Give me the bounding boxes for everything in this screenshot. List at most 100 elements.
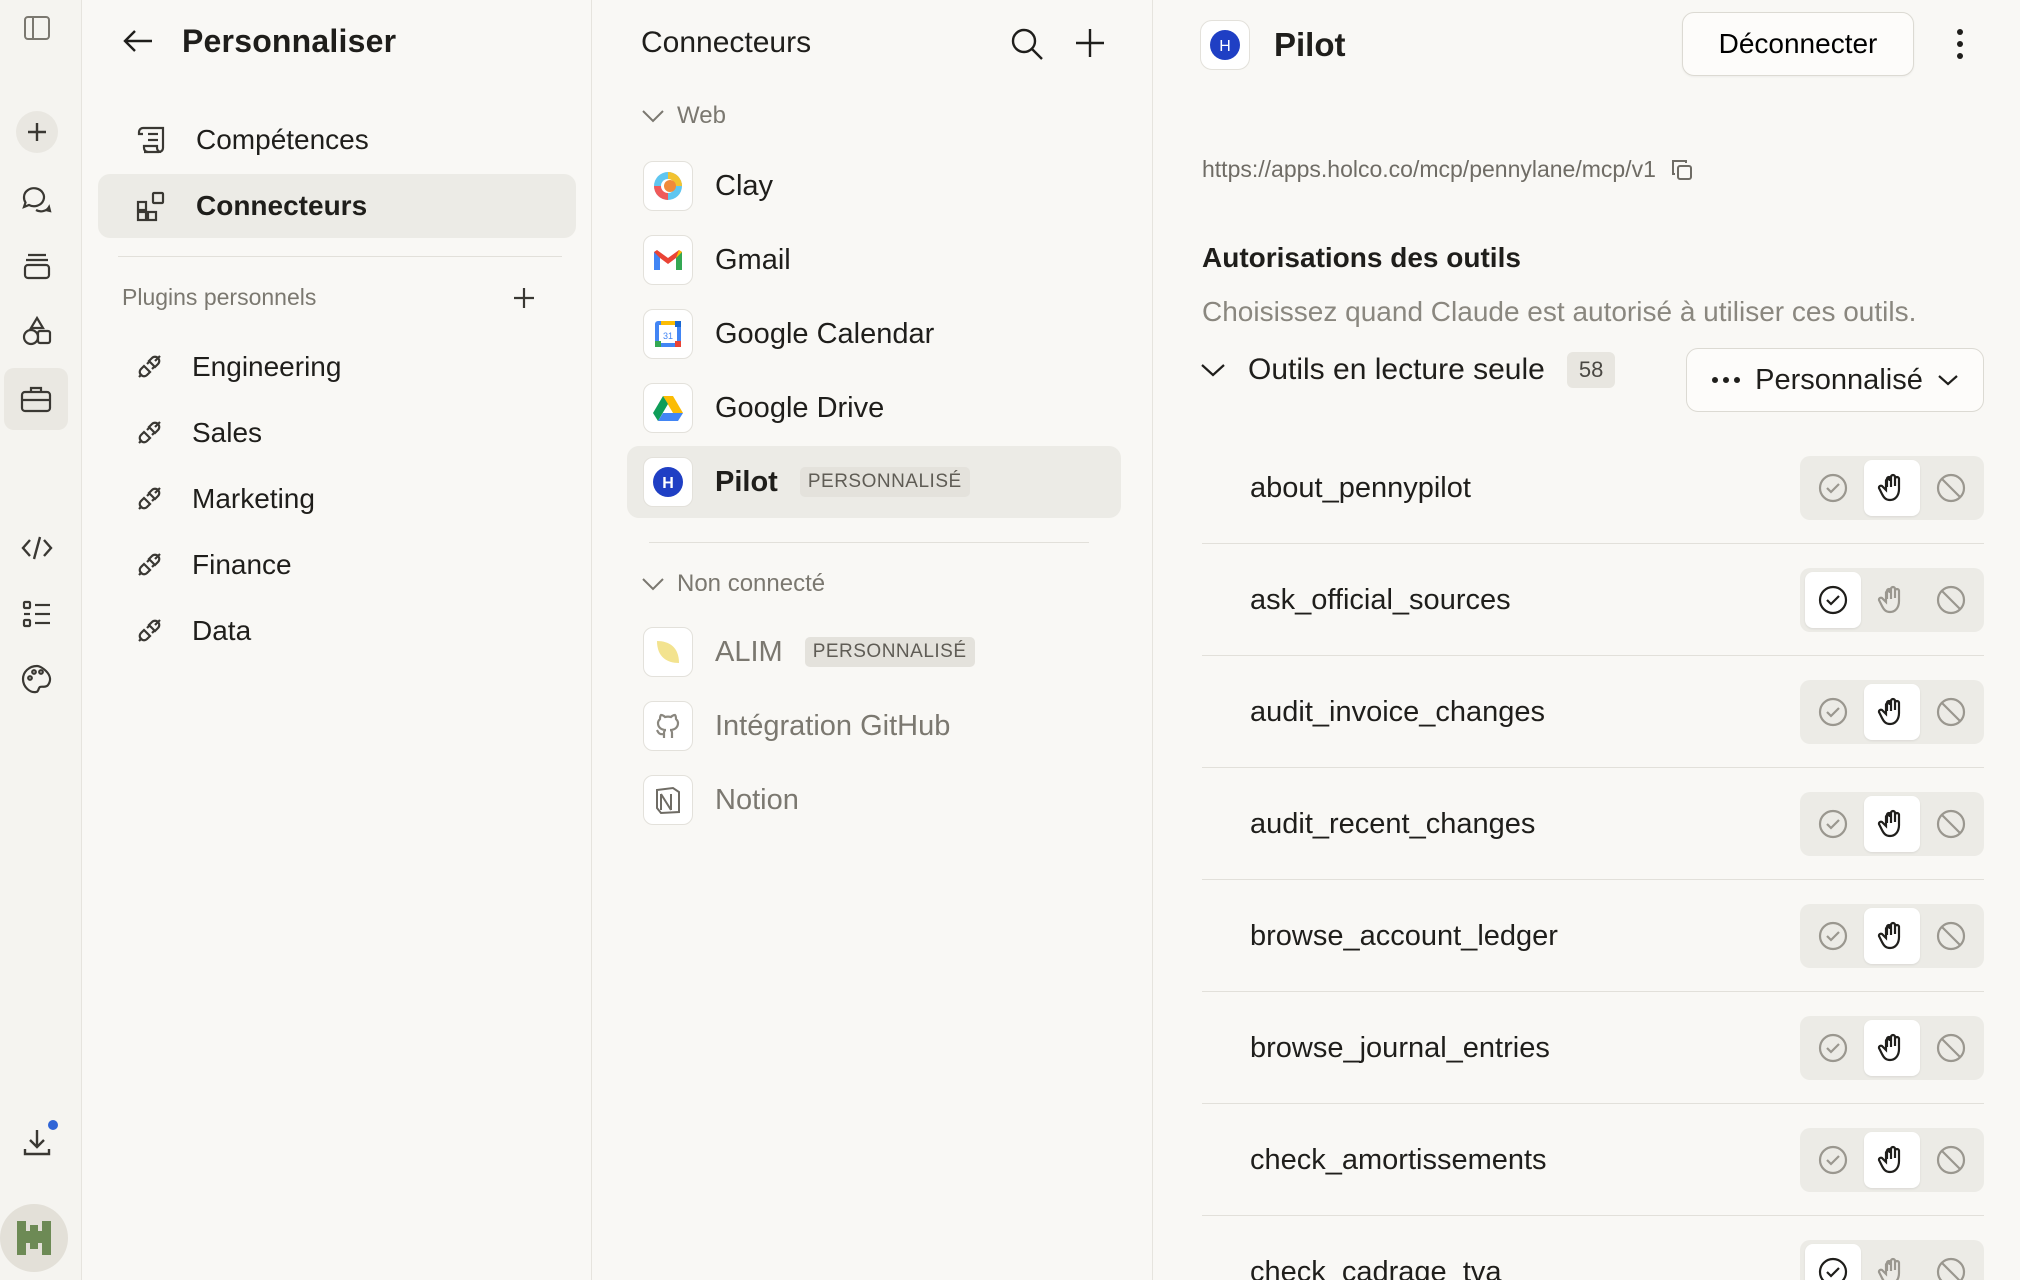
allow-always-button[interactable] [1805, 1132, 1861, 1188]
permission-mode-dropdown[interactable]: Personnalisé [1686, 348, 1984, 412]
new-chat-button[interactable] [0, 102, 74, 162]
block-button[interactable] [1923, 1132, 1979, 1188]
search-icon [1011, 28, 1043, 60]
left-rail [0, 0, 82, 1280]
tool-row: check_cadrage_tva [1202, 1216, 1984, 1280]
ask-approval-button[interactable] [1863, 1132, 1920, 1188]
block-button[interactable] [1923, 908, 1979, 964]
allow-always-button[interactable] [1805, 796, 1861, 852]
tool-name: browse_account_ledger [1250, 919, 1558, 952]
plug-icon [138, 553, 161, 576]
ask-approval-button[interactable] [1863, 1020, 1920, 1076]
hand-icon [1877, 921, 1901, 950]
plugin-item-engineering[interactable]: Engineering [134, 342, 341, 392]
avatar[interactable] [0, 1204, 68, 1272]
group-toggle-not-connected[interactable]: Non connecté [641, 570, 825, 598]
connector-name: Notion [715, 783, 799, 816]
block-button[interactable] [1923, 572, 1979, 628]
chevron-down-icon [1201, 364, 1225, 377]
connector-name: Gmail [715, 243, 791, 276]
group-toggle-web[interactable]: Web [641, 102, 726, 130]
ask-approval-button[interactable] [1863, 460, 1920, 516]
tool-row: check_amortissements [1202, 1104, 1984, 1216]
block-button[interactable] [1923, 460, 1979, 516]
artifacts-button[interactable] [0, 302, 74, 362]
tasks-button[interactable] [0, 584, 74, 644]
allow-always-button[interactable] [1805, 1020, 1861, 1076]
connector-item-github[interactable]: Intégration GitHub [627, 690, 1121, 762]
plus-icon [28, 123, 46, 141]
allow-always-button[interactable] [1805, 572, 1862, 628]
allow-always-button[interactable] [1805, 460, 1861, 516]
block-button[interactable] [1923, 796, 1979, 852]
appearance-button[interactable] [0, 650, 74, 710]
block-button[interactable] [1923, 1020, 1979, 1076]
back-button[interactable] [122, 27, 154, 55]
hand-icon [1877, 585, 1901, 614]
check-circle-icon [1819, 697, 1848, 727]
tool-permission-selector [1800, 1128, 1984, 1192]
plugin-item-data[interactable]: Data [134, 606, 251, 656]
plugin-item-sales[interactable]: Sales [134, 408, 262, 458]
blocked-icon [1936, 585, 1965, 615]
disconnect-button[interactable]: Déconnecter [1682, 12, 1914, 76]
check-circle-icon [1819, 1033, 1848, 1063]
connector-item-google-calendar[interactable]: 31 Google Calendar [627, 298, 1121, 370]
divider [649, 542, 1089, 543]
more-options-button[interactable] [1942, 24, 1978, 64]
connector-item-google-drive[interactable]: Google Drive [627, 372, 1121, 444]
hand-icon [1877, 1033, 1901, 1062]
chats-button[interactable] [0, 170, 74, 230]
shapes-icon [22, 315, 52, 346]
sidebar-toggle-button[interactable] [0, 0, 74, 56]
sidebar-toggle-icon [24, 16, 50, 40]
tool-permission-selector [1800, 680, 1984, 744]
connector-item-notion[interactable]: Notion [627, 764, 1121, 836]
tool-name: about_pennypilot [1250, 471, 1471, 504]
plugin-item-finance[interactable]: Finance [134, 540, 292, 590]
plugin-label: Data [192, 615, 252, 646]
connector-item-clay[interactable]: Clay [627, 150, 1121, 222]
readonly-tools-toggle[interactable]: Outils en lecture seule 58 [1200, 352, 1616, 388]
search-button[interactable] [1009, 26, 1045, 62]
connector-item-alim[interactable]: ALIM PERSONNALISÉ [627, 616, 1121, 688]
google-calendar-icon: 31 [655, 321, 681, 347]
copy-url-button[interactable] [1670, 158, 1694, 182]
svg-text:31: 31 [663, 331, 673, 341]
allow-always-button[interactable] [1805, 684, 1861, 740]
ask-approval-button[interactable] [1864, 572, 1920, 628]
connector-item-pilot[interactable]: H Pilot PERSONNALISÉ [627, 446, 1121, 518]
customize-button[interactable] [4, 368, 68, 430]
tool-permission-selector [1800, 456, 1984, 520]
block-button[interactable] [1923, 1244, 1979, 1280]
ask-approval-button[interactable] [1864, 1244, 1920, 1280]
ask-approval-button[interactable] [1863, 684, 1920, 740]
group-label-text: Web [677, 102, 726, 129]
copy-icon [1671, 159, 1692, 180]
pilot-logo-icon: H [653, 467, 683, 497]
ask-approval-button[interactable] [1863, 796, 1920, 852]
notification-dot [46, 1118, 60, 1132]
nav-item-skills[interactable]: Compétences [98, 108, 576, 172]
tool-name: ask_official_sources [1250, 583, 1511, 616]
permission-mode-label: Personnalisé [1755, 363, 1923, 396]
add-plugin-button[interactable] [512, 286, 536, 310]
code-button[interactable] [0, 518, 74, 578]
download-button[interactable] [0, 1112, 74, 1172]
tool-name: browse_journal_entries [1250, 1031, 1550, 1064]
svg-text:H: H [662, 475, 674, 492]
nav-item-connectors[interactable]: Connecteurs [98, 174, 576, 238]
add-connector-button[interactable] [1073, 26, 1107, 60]
plugin-item-marketing[interactable]: Marketing [134, 474, 315, 524]
tool-row: audit_invoice_changes [1202, 656, 1984, 768]
more-horizontal-icon [1712, 377, 1741, 383]
allow-always-button[interactable] [1805, 908, 1861, 964]
connector-item-gmail[interactable]: Gmail [627, 224, 1121, 296]
block-button[interactable] [1923, 684, 1979, 740]
blocked-icon [1936, 697, 1965, 727]
nav-item-label: Compétences [196, 124, 369, 155]
plug-icon [138, 487, 161, 510]
allow-always-button[interactable] [1805, 1244, 1862, 1280]
projects-button[interactable] [0, 236, 74, 296]
ask-approval-button[interactable] [1863, 908, 1920, 964]
